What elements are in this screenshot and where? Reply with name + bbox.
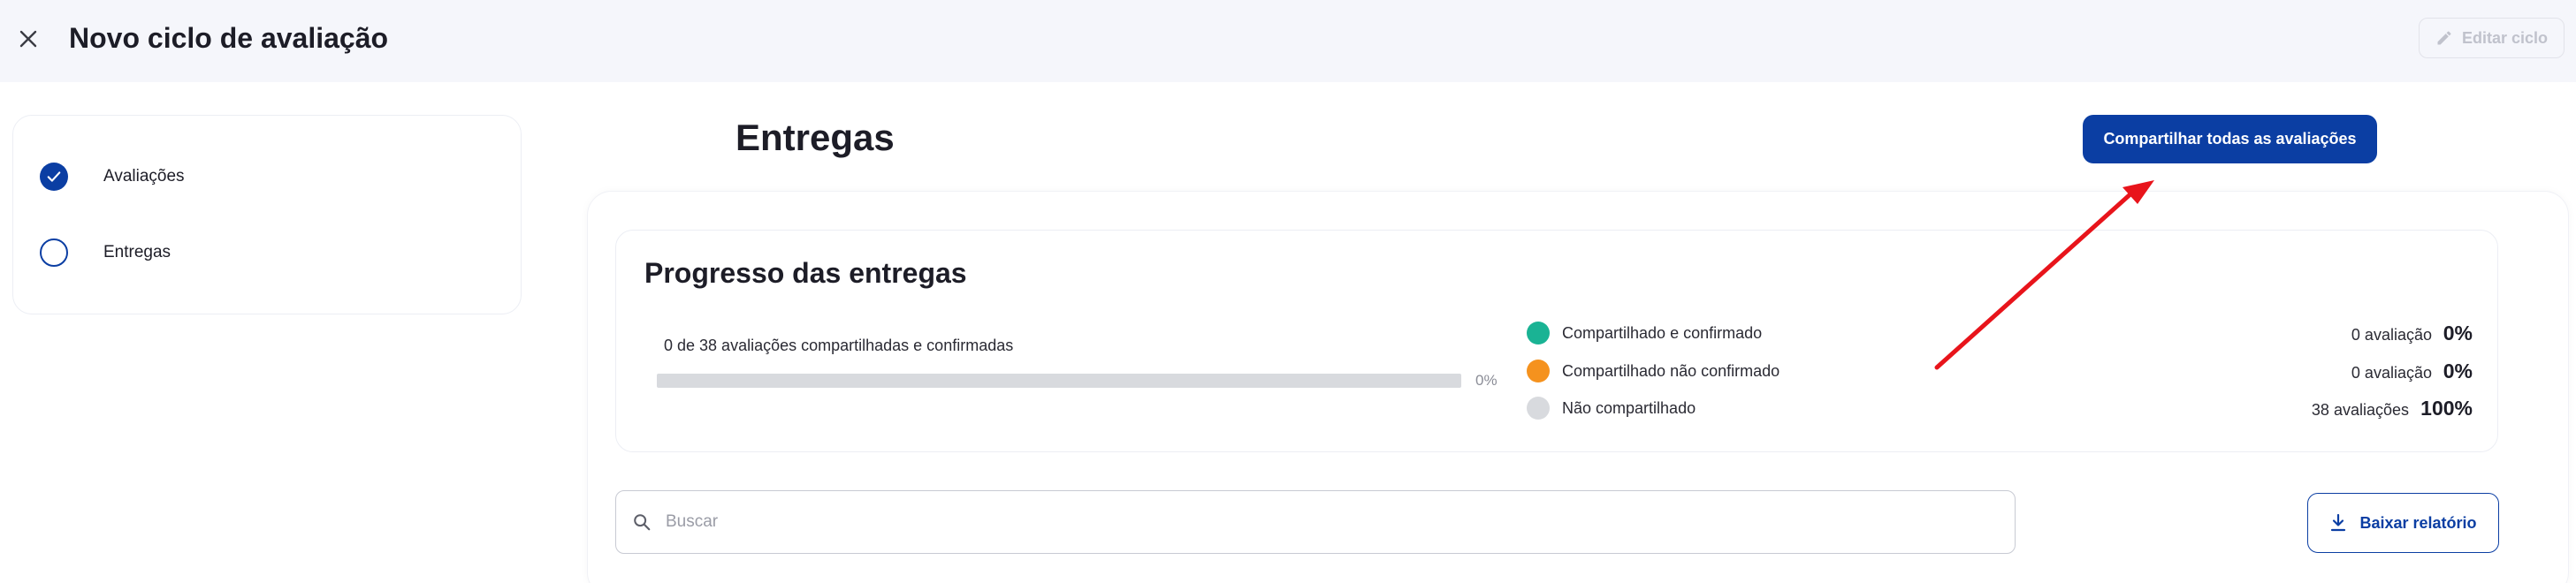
- count-percent: 0%: [2443, 322, 2473, 344]
- step-label: Entregas: [103, 243, 171, 261]
- legend-dot: [1527, 397, 1550, 420]
- count-shared-not-confirmed: 0 avaliação 0%: [2351, 360, 2473, 383]
- step-label: Avaliações: [103, 167, 185, 186]
- count-shared-confirmed: 0 avaliação 0%: [2351, 322, 2473, 345]
- count-not-shared: 38 avaliações 100%: [2312, 397, 2473, 420]
- progress-bar: [657, 374, 1461, 388]
- edit-cycle-label: Editar ciclo: [2461, 28, 2549, 47]
- step-done-indicator: [40, 163, 68, 191]
- progress-bar-percent: 0%: [1475, 372, 1498, 389]
- share-all-button[interactable]: Compartilhar todas as avaliações: [2083, 115, 2377, 163]
- count-percent: 0%: [2443, 360, 2473, 382]
- legend-item-shared-confirmed: Compartilhado e confirmado: [1527, 322, 1762, 344]
- search-input[interactable]: [666, 512, 2015, 532]
- count-text: 0 avaliação: [2351, 364, 2432, 382]
- step-current-indicator: [40, 238, 68, 267]
- page-title: Novo ciclo de avaliação: [69, 22, 389, 54]
- legend-label: Compartilhado não confirmado: [1562, 361, 1780, 380]
- legend-item-shared-not-confirmed: Compartilhado não confirmado: [1527, 360, 1780, 382]
- count-percent: 100%: [2420, 397, 2473, 420]
- count-text: 38 avaliações: [2311, 401, 2409, 419]
- download-icon: [2331, 513, 2346, 532]
- close-icon: [19, 30, 37, 48]
- close-button[interactable]: [12, 23, 44, 55]
- check-icon: [47, 171, 61, 182]
- download-report-button[interactable]: Baixar relatório: [2307, 493, 2499, 553]
- legend-dot: [1527, 360, 1550, 382]
- stepper: Avaliações Entregas: [12, 115, 522, 314]
- legend-label: Compartilhado e confirmado: [1562, 323, 1763, 342]
- progress-card: Progresso das entregas 0 de 38 avaliaçõe…: [615, 230, 2498, 452]
- progress-title: Progresso das entregas: [644, 257, 967, 289]
- download-report-label: Baixar relatório: [2359, 513, 2477, 532]
- count-text: 0 avaliação: [2351, 326, 2432, 344]
- edit-cycle-button[interactable]: Editar ciclo: [2419, 18, 2565, 58]
- progress-summary: 0 de 38 avaliações compartilhadas e conf…: [664, 337, 1014, 354]
- legend-dot: [1527, 322, 1550, 344]
- pencil-icon: [2437, 31, 2451, 45]
- legend-item-not-shared: Não compartilhado: [1527, 397, 1696, 420]
- section-title: Entregas: [735, 117, 895, 158]
- step-avaliacoes[interactable]: Avaliações: [40, 163, 185, 191]
- search-field[interactable]: [615, 490, 2016, 554]
- legend-label: Não compartilhado: [1562, 398, 1696, 417]
- step-entregas[interactable]: Entregas: [40, 238, 171, 267]
- top-bar: Novo ciclo de avaliação Editar ciclo: [0, 0, 2576, 82]
- search-icon: [634, 514, 651, 531]
